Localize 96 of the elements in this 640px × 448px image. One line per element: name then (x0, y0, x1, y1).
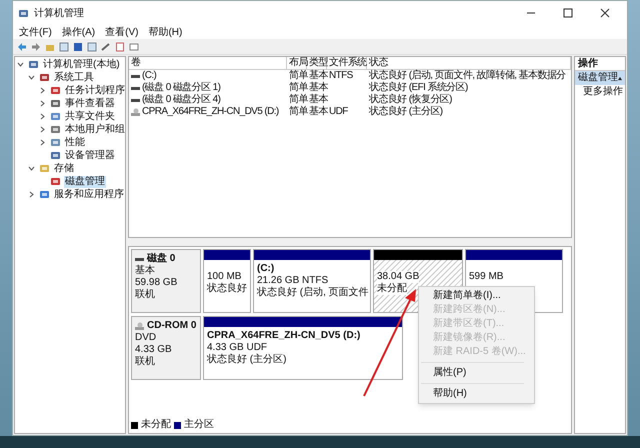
tree-item[interactable]: 任务计划程序 (64, 84, 125, 96)
node-icon (39, 72, 50, 83)
table-cell: (C:) (142, 70, 156, 82)
expand-chevron-icon[interactable] (39, 139, 46, 146)
expand-chevron-icon[interactable] (39, 87, 46, 94)
node-icon (50, 111, 61, 122)
disk-name: 磁盘 0 (147, 253, 176, 264)
table-cell: 基本 (309, 106, 328, 118)
partition-info: 状态良好 (主分区) (207, 354, 286, 366)
collapse-chevron-icon[interactable] (17, 61, 24, 68)
tree-item[interactable]: 服务和应用程序 (53, 188, 125, 200)
node-icon (39, 189, 50, 200)
node-icon (50, 124, 61, 135)
partition-info: 未分配 (377, 283, 407, 295)
partition-info: 状态良好 (207, 283, 247, 295)
partition-title: (C:) (257, 263, 274, 275)
maximize-icon[interactable] (563, 8, 573, 18)
table-cell-text: 基本 (309, 82, 328, 94)
disk-info: DVD (135, 332, 158, 344)
partition-info: 状态良好 (启动, 页面文件 (257, 287, 369, 299)
column-header[interactable]: 状态 (367, 57, 571, 69)
tree-item[interactable]: 事件查看器 (64, 98, 116, 110)
close-icon[interactable] (600, 8, 610, 18)
partition-info: 599 MB (469, 271, 504, 283)
node-icon (28, 59, 39, 70)
partition-info: 38.04 GB (377, 271, 420, 283)
partition-title: CPRA_X64FRE_ZH-CN_DV5 (D:) (207, 330, 360, 342)
node-icon (50, 137, 61, 148)
menu-item[interactable]: 查看(V) (105, 26, 138, 38)
expand-chevron-icon[interactable] (39, 100, 46, 107)
drive-icon (135, 322, 144, 330)
action-link[interactable]: 更多操作 (583, 86, 623, 98)
expand-chevron-icon[interactable] (39, 113, 46, 120)
tree-item[interactable]: 系统工具 (53, 72, 95, 84)
menu-item[interactable]: 操作(A) (62, 26, 96, 38)
tree-item[interactable]: 本地用户和组 (64, 124, 125, 136)
disk-info: 4.33 GB (135, 344, 173, 356)
node-icon (50, 176, 61, 187)
table-cell-text: 基本 (309, 94, 328, 106)
tree-item[interactable]: 性能 (64, 136, 86, 148)
table-cell-text: 简单 (289, 94, 308, 106)
table-cell-text: 简单 (289, 82, 308, 94)
disk-name: CD-ROM 0 (147, 320, 196, 332)
table-cell: (磁盘 0 磁盘分区 1) (142, 82, 220, 94)
table-cell-text: 状态良好 (恢复分区) (369, 94, 452, 105)
collapse-chevron-icon[interactable] (28, 74, 35, 81)
table-cell-text: 简单 (289, 70, 308, 82)
window-title: 计算机管理 (34, 6, 84, 20)
disk-info: 联机 (135, 289, 156, 301)
node-icon (50, 98, 61, 109)
context-menu-item[interactable]: 帮助(H) (419, 387, 526, 401)
table-cell: (磁盘 0 磁盘分区 4) (142, 94, 220, 106)
collapse-triangle-icon[interactable] (618, 76, 622, 80)
disk-info: 联机 (135, 356, 156, 368)
menu-item[interactable]: 帮助(H) (148, 26, 182, 38)
tree-item[interactable]: 共享文件夹 (64, 110, 116, 122)
disk-info: 59.98 GB (135, 277, 178, 288)
expand-chevron-icon[interactable] (39, 126, 46, 133)
table-cell-text: 状态良好 (EFI 系统分区) (369, 82, 468, 94)
table-cell-text: 状态良好 (启动, 页面文件, 故障转储, 基本数据分 (369, 70, 566, 82)
tree-item[interactable]: 计算机管理(本地) (42, 58, 121, 70)
partition-info: 21.26 GB NTFS (257, 275, 328, 286)
table-cell: 简单 (289, 106, 308, 118)
partition-info: 4.33 GB UDF (207, 342, 268, 354)
forward-arrow-icon[interactable] (31, 42, 41, 52)
legend-label: 主分区 (184, 419, 214, 431)
table-cell: UDF (329, 106, 348, 118)
app-icon (18, 8, 29, 18)
table-cell: CPRA_X64FRE_ZH-CN_DV5 (D:) (142, 106, 279, 118)
table-cell-text: 基本 (309, 70, 328, 82)
column-header[interactable]: 卷 (129, 57, 287, 69)
partition-info: 100 MB (207, 271, 242, 282)
back-arrow-icon[interactable] (17, 42, 27, 52)
node-icon (50, 150, 61, 161)
table-cell: 状态良好 (主分区) (369, 106, 442, 118)
context-menu-item[interactable]: 属性(P) (419, 366, 526, 380)
node-icon (50, 85, 61, 96)
partition[interactable]: CPRA_X64FRE_ZH-CN_DV5 (D:) 4.33 GB UDF 状态良好 (主分区) (203, 316, 403, 380)
volume-icon (135, 258, 144, 260)
tree-item[interactable]: 存储 (53, 162, 75, 174)
expand-chevron-icon[interactable] (28, 191, 35, 198)
tree-item[interactable]: 设备管理器 (64, 150, 116, 162)
disk-info: 基本 (135, 265, 156, 277)
actions-header: 操作 (578, 58, 598, 70)
drive-icon (131, 108, 140, 116)
partition[interactable]: 100 MB 状态良好 (203, 249, 251, 313)
column-header[interactable]: 布局 (287, 57, 307, 69)
table-cell: NTFS (329, 70, 353, 82)
legend-label: 未分配 (141, 419, 171, 431)
actions-section[interactable]: 磁盘管理 (575, 71, 625, 85)
node-icon (39, 163, 50, 174)
partition[interactable]: (C:) 21.26 GB NTFS 状态良好 (启动, 页面文件 (253, 249, 371, 313)
collapse-chevron-icon[interactable] (28, 165, 35, 172)
column-header[interactable]: 类型 (307, 57, 327, 69)
menu-item[interactable]: 文件(F) (19, 26, 52, 38)
tree-item[interactable]: 磁盘管理 (64, 176, 106, 188)
